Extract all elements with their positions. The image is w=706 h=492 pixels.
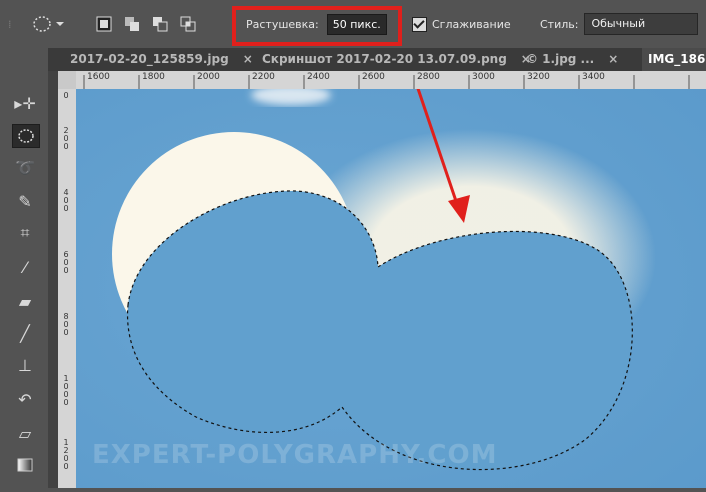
quick-selection-tool[interactable]: ✎ <box>12 190 38 212</box>
style-control: Стиль: Обычный <box>540 10 699 38</box>
quick-selection-icon: ✎ <box>18 191 32 211</box>
marquee-preset-picker[interactable] <box>32 10 68 38</box>
history-brush-tool[interactable]: ↶ <box>12 388 38 410</box>
ruler-label: 2200 <box>252 72 275 82</box>
ruler-label: 1600 <box>87 72 110 82</box>
tools-panel: ▸✛ ➰ ✎ ⌗ ⁄ ▰ ╱ ⊥ ↶ ▱ <box>0 48 49 488</box>
style-select[interactable]: Обычный <box>584 13 699 35</box>
close-icon[interactable]: × <box>608 52 618 66</box>
panel-grip: ⁞ <box>8 17 12 31</box>
feather-input[interactable]: 50 пикс. <box>326 13 387 35</box>
ruler-label: 2600 <box>362 72 385 82</box>
ruler-label: 1800 <box>142 72 165 82</box>
bandage-icon: ▰ <box>18 291 32 311</box>
tab-document-1[interactable]: 2017-02-20_125859.jpg × <box>70 48 253 71</box>
gradient-tool[interactable] <box>12 454 38 476</box>
close-icon[interactable]: × <box>243 52 253 66</box>
style-label: Стиль: <box>540 17 579 31</box>
stamp-icon: ⊥ <box>18 355 32 375</box>
document-tabs: 2017-02-20_125859.jpg × Скриншот 2017-02-… <box>48 48 706 71</box>
eyedropper-tool[interactable]: ⁄ <box>12 256 38 278</box>
ruler-label: 0 <box>63 91 69 100</box>
tab-document-2[interactable]: Скриншот 2017-02-20 13.07.09.png × <box>262 48 531 71</box>
eyedropper-icon: ⁄ <box>23 257 27 277</box>
new-selection-button[interactable] <box>96 16 112 32</box>
feather-label: Растушевка: <box>246 17 319 31</box>
gradient-icon <box>17 458 33 472</box>
antialias-checkbox[interactable] <box>412 16 427 32</box>
lasso-tool[interactable]: ➰ <box>12 156 38 178</box>
move-tool[interactable]: ▸✛ <box>12 92 38 114</box>
ruler-label: 2000 <box>197 72 220 82</box>
add-to-selection-button[interactable] <box>124 16 140 32</box>
ellipse-marquee-icon <box>33 16 64 32</box>
ruler-ticks <box>83 75 690 89</box>
vertical-ruler[interactable]: 0 2 0 0 4 0 0 6 0 0 8 0 0 1 0 0 0 1 2 0 … <box>58 89 77 488</box>
elliptical-marquee-tool[interactable] <box>12 124 40 148</box>
ruler-label: 2800 <box>417 72 440 82</box>
eraser-icon: ▱ <box>18 423 32 443</box>
canvas-image <box>76 58 706 488</box>
tab-document-active[interactable]: IMG_186 <box>642 48 706 71</box>
ruler-label: 8 0 0 <box>63 312 69 337</box>
ruler-label: 3000 <box>472 72 495 82</box>
ruler-label: 3200 <box>527 72 550 82</box>
ruler-origin[interactable] <box>58 71 76 89</box>
ruler-label: 6 0 0 <box>63 250 69 275</box>
brush-tool[interactable]: ╱ <box>12 322 38 344</box>
antialias-toggle[interactable]: Сглаживание <box>412 10 511 38</box>
ruler-label: 1 2 0 0 <box>63 438 69 471</box>
options-bar: ⁞ Растушевка: 50 пикс. Сглаживание Стиль… <box>0 0 706 49</box>
lasso-icon: ➰ <box>15 157 35 177</box>
antialias-label: Сглаживание <box>432 17 511 31</box>
ruler-label: 2 0 0 <box>63 126 69 151</box>
crop-tool[interactable]: ⌗ <box>12 222 38 244</box>
document-canvas[interactable] <box>76 58 706 488</box>
brush-icon: ╱ <box>20 323 30 343</box>
panel-collapse-strip[interactable] <box>48 48 58 488</box>
healing-brush-tool[interactable]: ▰ <box>12 290 38 312</box>
history-brush-icon: ↶ <box>18 389 32 409</box>
ruler-label: 1 0 0 0 <box>63 374 69 407</box>
subtract-from-selection-button[interactable] <box>152 16 168 32</box>
ruler-label: 3400 <box>582 72 605 82</box>
feather-control: Растушевка: 50 пикс. <box>246 10 387 38</box>
ruler-label: 2400 <box>307 72 330 82</box>
crop-icon: ⌗ <box>20 223 30 242</box>
watermark: EXPERT-POLYGRAPHY.COM <box>92 440 498 470</box>
ellipse-marquee-icon <box>18 129 34 143</box>
move-icon: ▸✛ <box>14 93 36 113</box>
tab-document-3[interactable]: © 1.jpg ... × <box>526 48 618 71</box>
eraser-tool[interactable]: ▱ <box>12 422 38 444</box>
ruler-label: 4 0 0 <box>63 188 69 213</box>
intersect-selection-button[interactable] <box>180 16 196 32</box>
clone-stamp-tool[interactable]: ⊥ <box>12 354 38 376</box>
horizontal-ruler[interactable]: 1600 1800 2000 2200 2400 2600 2800 3000 … <box>76 71 706 90</box>
